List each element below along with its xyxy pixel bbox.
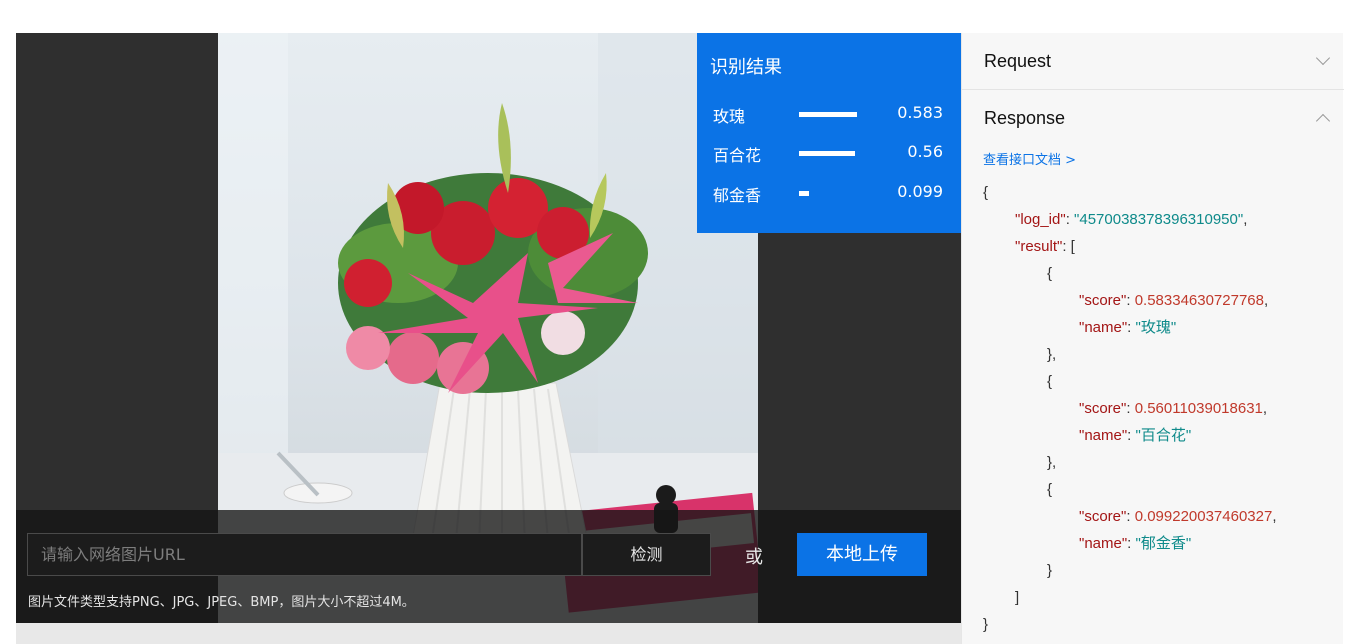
json-line: "log_id": "4570038378396310950", [1015, 211, 1248, 228]
json-line: } [1047, 562, 1053, 579]
json-line: { [1047, 373, 1053, 390]
json-key: "log_id" [1015, 211, 1066, 228]
json-line: { [983, 184, 989, 201]
json-line: }, [1047, 346, 1057, 363]
json-key: "score" [1079, 292, 1127, 309]
chevron-down-icon[interactable] [1315, 50, 1331, 66]
api-doc-link[interactable]: 查看接口文档 > [983, 149, 1076, 168]
json-key: "name" [1079, 319, 1128, 336]
result-name: 百合花 [713, 146, 762, 165]
result-name: 玫瑰 [713, 107, 746, 126]
json-string: "百合花" [1135, 427, 1192, 444]
file-type-hint: 图片文件类型支持PNG、JPG、JPEG、BMP，图片大小不超过4M。 [28, 595, 415, 610]
result-score: 0.099 [897, 182, 943, 201]
json-line: ] [1015, 589, 1020, 606]
json-key: "score" [1079, 508, 1127, 525]
local-upload-button[interactable]: 本地上传 [797, 533, 927, 576]
json-line: }, [1047, 454, 1057, 471]
image-url-input[interactable] [27, 533, 582, 576]
request-label: Request [984, 51, 1052, 71]
response-json: { "log_id": "4570038378396310950", "resu… [983, 179, 1277, 638]
chevron-up-icon[interactable] [1315, 113, 1331, 129]
request-section-header[interactable]: Request [962, 33, 1344, 90]
demo-area: 识别结果 玫瑰 0.583 百合花 0.56 郁金香 0.099 检测 或 本地… [16, 33, 961, 623]
json-line: } [983, 616, 989, 633]
score-bar [799, 112, 857, 117]
json-line: "score": 0.56011039018631, [1079, 400, 1268, 417]
json-key: "name" [1079, 427, 1128, 444]
or-separator: 或 [745, 547, 763, 568]
result-row: 百合花 0.56 [697, 142, 961, 166]
bottom-strip [16, 623, 961, 644]
api-panel: Request Response 查看接口文档 > { "log_id": "4… [961, 33, 1344, 644]
score-bar [799, 191, 809, 196]
json-string: "郁金香" [1135, 535, 1192, 552]
json-line: "score": 0.099220037460327, [1079, 508, 1277, 525]
json-key: "result" [1015, 238, 1063, 255]
score-bar [799, 151, 855, 156]
json-line: "name": "玫瑰" [1079, 319, 1177, 336]
result-row: 郁金香 0.099 [697, 182, 961, 206]
result-score: 0.56 [907, 142, 943, 161]
response-section-header[interactable]: Response [962, 90, 1344, 147]
json-line: "result": [ [1015, 238, 1075, 255]
json-line: "name": "百合花" [1079, 427, 1192, 444]
json-line: { [1047, 265, 1053, 282]
json-line: "score": 0.58334630727768, [1079, 292, 1269, 309]
response-label: Response [984, 108, 1066, 128]
json-line: "name": "郁金香" [1079, 535, 1192, 552]
result-row: 玫瑰 0.583 [697, 103, 961, 127]
json-line: { [1047, 481, 1053, 498]
json-string: "4570038378396310950" [1074, 211, 1244, 228]
image-input-bar: 检测 或 本地上传 图片文件类型支持PNG、JPG、JPEG、BMP，图片大小不… [16, 510, 961, 623]
json-number: 0.099220037460327 [1134, 508, 1273, 525]
result-title: 识别结果 [710, 57, 782, 78]
json-key: "score" [1079, 400, 1127, 417]
detect-button[interactable]: 检测 [582, 533, 711, 576]
json-key: "name" [1079, 535, 1128, 552]
recognition-result-panel: 识别结果 玫瑰 0.583 百合花 0.56 郁金香 0.099 [697, 33, 961, 233]
json-string: "玫瑰" [1135, 319, 1177, 336]
result-score: 0.583 [897, 103, 943, 122]
result-name: 郁金香 [713, 186, 762, 205]
json-number: 0.58334630727768 [1134, 292, 1264, 309]
json-number: 0.56011039018631 [1134, 400, 1263, 417]
